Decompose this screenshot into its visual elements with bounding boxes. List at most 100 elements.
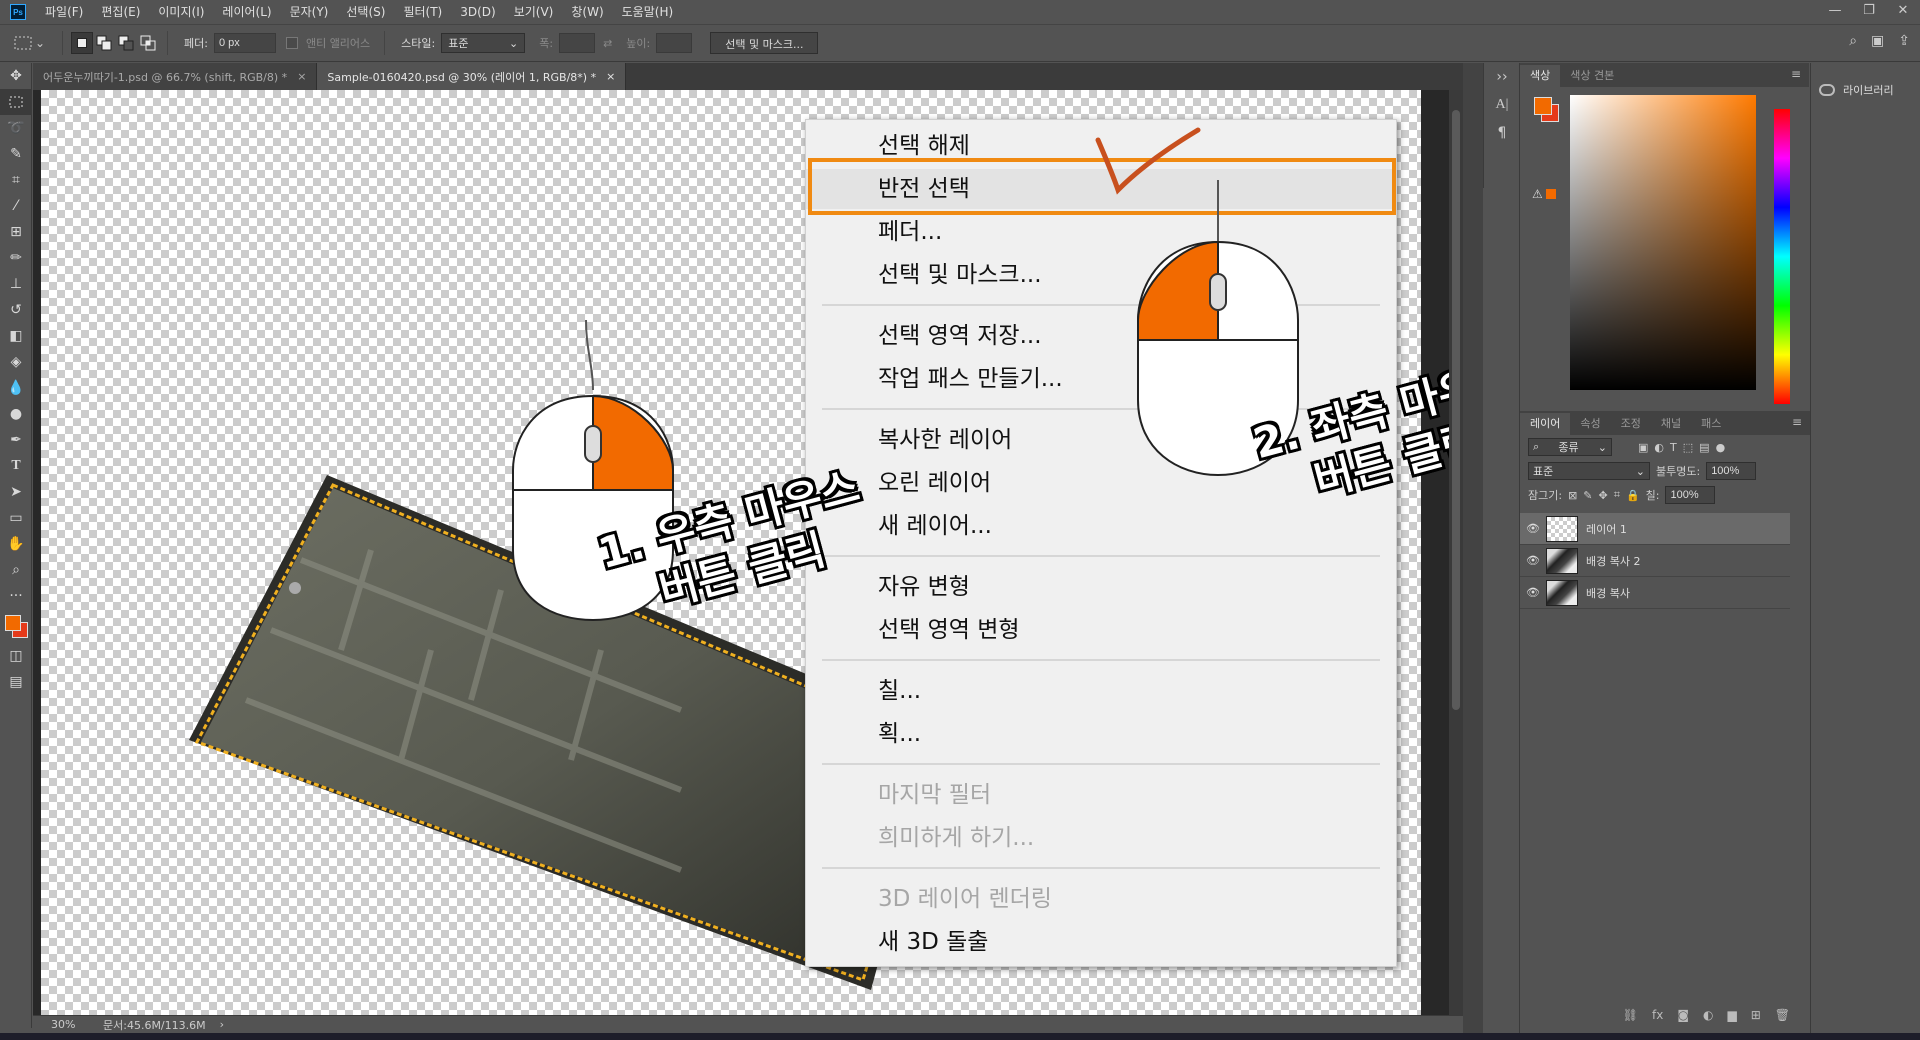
layer-row[interactable]: 👁 배경 복사 [1520,577,1790,609]
delete-layer-icon[interactable]: 🗑 [1775,1008,1790,1022]
new-selection-button[interactable] [71,32,93,54]
visibility-eye-icon[interactable]: 👁 [1520,554,1546,567]
tab-paths[interactable]: 패스 [1691,413,1731,435]
share-icon[interactable]: ⇪ [1898,33,1910,49]
type-tool-icon[interactable]: T [0,453,32,479]
dodge-tool-icon[interactable]: ● [0,401,32,427]
hand-tool-icon[interactable]: ✋ [0,531,32,557]
fx-icon[interactable]: fx [1652,1008,1663,1022]
gamut-warning-icon[interactable]: ⚠ [1532,187,1543,201]
style-select[interactable]: 표준 ⌄ [441,33,526,53]
filter-toggle-icon[interactable]: ● [1716,441,1726,454]
filter-pixel-icon[interactable]: ▣ [1638,441,1648,454]
paragraph-panel-icon[interactable]: ¶ [1484,119,1520,147]
restore-button[interactable]: ❐ [1852,0,1886,24]
scrollbar-thumb[interactable] [1452,110,1460,710]
hue-slider[interactable] [1774,109,1790,404]
lasso-tool-icon[interactable]: ➰ [0,115,32,141]
pen-tool-icon[interactable]: ✒ [0,427,32,453]
layer-row[interactable]: 👁 레이어 1 [1520,513,1790,545]
menu-edit[interactable]: 편집(E) [92,0,149,24]
foreground-color-swatch[interactable] [1534,97,1552,115]
brush-tool-icon[interactable]: ✏ [0,245,32,271]
screen-mode-icon[interactable]: ▤ [0,669,32,695]
color-picker-field[interactable] [1570,95,1756,390]
zoom-tool-icon[interactable]: ⌕ [0,557,32,583]
menu-item-new-layer[interactable]: 새 레이어... [806,506,1396,546]
lock-image-icon[interactable]: ✎ [1583,489,1592,502]
tab-channels[interactable]: 채널 [1651,413,1691,435]
rectangle-tool-icon[interactable]: ▭ [0,505,32,531]
quick-selection-tool-icon[interactable]: ✎ [0,141,32,167]
menu-filter[interactable]: 필터(T) [394,0,451,24]
layer-name[interactable]: 배경 복사 2 [1586,553,1640,569]
vertical-scrollbar[interactable] [1449,90,1463,1015]
menu-window[interactable]: 창(W) [562,0,612,24]
blend-mode-select[interactable]: 표준 ⌄ [1528,462,1650,480]
blur-tool-icon[interactable]: 💧 [0,375,32,401]
lock-transparent-icon[interactable]: ⊠ [1568,489,1577,502]
menu-item-new-3d-extrusion[interactable]: 새 3D 돌출 [806,922,1396,962]
more-tools-icon[interactable]: ··· [0,583,32,609]
menu-view[interactable]: 보기(V) [505,0,563,24]
canvas-area[interactable]: 선택 해제 반전 선택 페더... 선택 및 마스크... 선택 영역 저장..… [33,90,1463,1015]
search-icon[interactable]: ⌕ [1849,33,1857,49]
antialias-checkbox[interactable] [285,37,298,49]
menu-item-stroke[interactable]: 획... [806,714,1396,754]
tab-adjustments[interactable]: 조정 [1611,413,1651,435]
new-layer-icon[interactable]: ⊞ [1751,1008,1761,1022]
tab-layers[interactable]: 레이어 [1520,413,1571,435]
visibility-eye-icon[interactable]: 👁 [1520,522,1546,535]
panel-menu-icon[interactable]: ≡ [1791,67,1801,81]
feather-input[interactable] [213,33,276,53]
menu-item-free-transform[interactable]: 자유 변형 [806,567,1396,607]
adjustment-layer-icon[interactable]: ◐ [1703,1008,1713,1022]
crop-tool-icon[interactable]: ⌗ [0,167,32,193]
menu-3d[interactable]: 3D(D) [451,0,504,24]
gamut-warning-swatch[interactable] [1546,189,1556,199]
filter-smart-object-icon[interactable]: ▤ [1699,441,1709,454]
chevron-right-icon[interactable]: › [220,1018,224,1031]
tab-properties[interactable]: 속성 [1570,413,1610,435]
opacity-input[interactable] [1706,462,1757,480]
workspace-icon[interactable]: ▣ [1871,33,1884,49]
tab-swatches[interactable]: 색상 견본 [1560,65,1624,87]
height-input[interactable] [656,33,693,53]
width-input[interactable] [559,33,596,53]
rectangular-marquee-tool-icon[interactable] [0,89,32,115]
filter-adjustment-icon[interactable]: ◐ [1654,441,1664,454]
menu-image[interactable]: 이미지(I) [149,0,213,24]
menu-type[interactable]: 문자(Y) [281,0,338,24]
close-icon[interactable]: × [297,70,306,83]
swap-icon[interactable]: ⇄ [603,37,612,50]
menu-help[interactable]: 도움말(H) [613,0,683,24]
filter-type-icon[interactable]: T [1670,441,1677,454]
menu-layer[interactable]: 레이어(L) [213,0,280,24]
tab-document-2[interactable]: Sample-0160420.psd @ 30% (레이어 1, RGB/8*)… [317,63,627,90]
new-group-icon[interactable]: ▆ [1727,1008,1736,1022]
path-selection-tool-icon[interactable]: ➤ [0,479,32,505]
close-icon[interactable]: × [606,70,615,83]
tab-color[interactable]: 색상 [1520,65,1561,87]
close-window-button[interactable]: ✕ [1886,0,1920,24]
menu-select[interactable]: 선택(S) [337,0,394,24]
eyedropper-tool-icon[interactable]: ⁄ [0,193,32,219]
lock-all-icon[interactable]: 🔒 [1626,489,1640,502]
tab-document-1[interactable]: 어두운누끼따기-1.psd @ 66.7% (shift, RGB/8) * × [33,63,318,90]
panel-menu-icon[interactable]: ≡ [1792,415,1802,429]
lock-artboard-icon[interactable]: ⌗ [1614,488,1620,502]
fill-input[interactable] [1665,486,1716,504]
intersect-selection-button[interactable] [137,32,159,54]
color-swatches[interactable] [0,609,31,643]
character-panel-icon[interactable]: A| [1484,91,1520,119]
quick-mask-icon[interactable]: ◫ [0,643,32,669]
foreground-color-swatch[interactable] [5,615,21,631]
lock-position-icon[interactable]: ✥ [1599,489,1608,502]
clone-stamp-tool-icon[interactable]: ⊥ [0,271,32,297]
layer-filter-select[interactable]: ⌕ 종류 ⌄ [1528,438,1612,456]
menu-file[interactable]: 파일(F) [36,0,92,24]
paint-bucket-tool-icon[interactable]: ◈ [0,349,32,375]
menu-item-transform-selection[interactable]: 선택 영역 변형 [806,610,1396,650]
healing-brush-tool-icon[interactable]: ⊞ [0,219,32,245]
minimize-button[interactable]: — [1818,0,1852,24]
